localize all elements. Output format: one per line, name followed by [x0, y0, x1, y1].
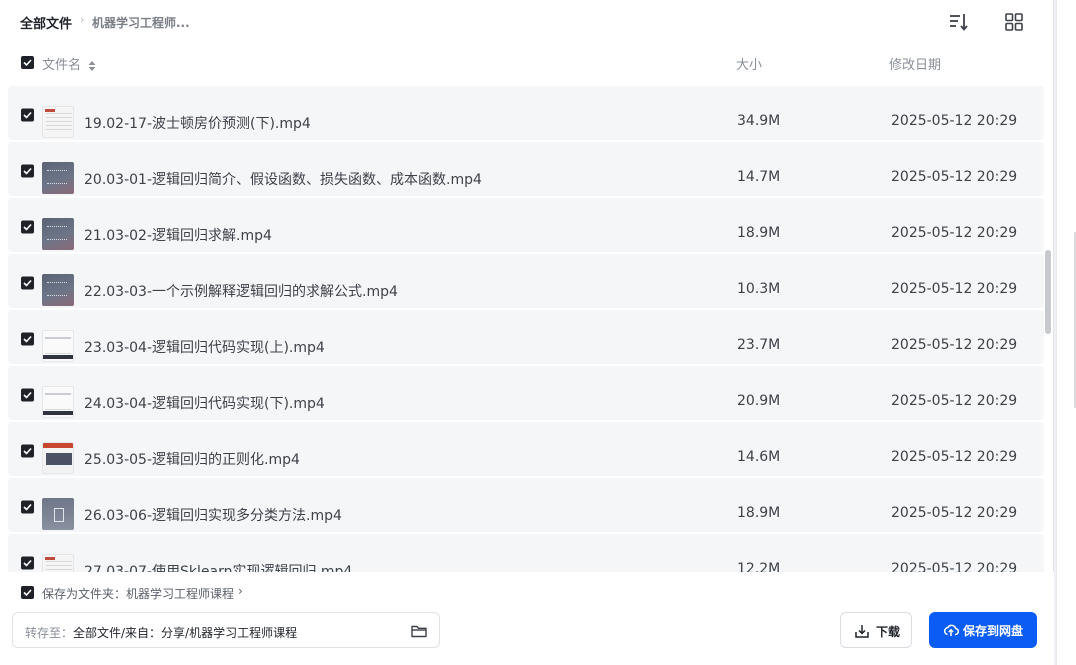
file-size: 23.7M	[737, 337, 781, 353]
file-checkbox[interactable]	[21, 276, 34, 290]
file-row[interactable]: 27.03-07-使用Sklearn实现逻辑回归.mp4 12.2M 2025-…	[8, 534, 1044, 572]
file-size: 34.9M	[737, 113, 781, 129]
column-date-header: 修改日期	[889, 58, 942, 73]
column-size-header: 大小	[736, 58, 763, 73]
file-date: 2025-05-12 20:29	[891, 449, 1018, 465]
file-checkbox[interactable]	[21, 388, 34, 402]
side-panel-edge	[1056, 0, 1076, 665]
file-row[interactable]: 19.02-17-波士顿房价预测(下).mp4 34.9M 2025-05-12…	[8, 86, 1044, 140]
file-date: 2025-05-12 20:29	[891, 281, 1018, 297]
file-row[interactable]: 21.03-02-逻辑回归求解.mp4 18.9M 2025-05-12 20:…	[8, 198, 1044, 252]
video-thumbnail	[42, 498, 74, 530]
file-checkbox[interactable]	[21, 108, 34, 122]
file-size: 10.3M	[737, 281, 781, 297]
file-checkbox[interactable]	[21, 332, 34, 346]
file-checkbox[interactable]	[21, 164, 34, 178]
file-row[interactable]: 25.03-05-逻辑回归的正则化.mp4 14.6M 2025-05-12 2…	[8, 422, 1044, 476]
save-as-folder-checkbox[interactable]	[21, 586, 34, 599]
file-checkbox[interactable]	[21, 444, 34, 458]
download-button[interactable]: 下载	[840, 612, 912, 648]
column-header: 文件名 大小 修改日期	[0, 44, 1054, 78]
save-path-field[interactable]: 转存至： 全部文件/来自：分享/机器学习工程师课程	[12, 612, 440, 648]
file-size: 14.6M	[737, 449, 781, 465]
video-thumbnail	[42, 386, 74, 418]
folder-icon[interactable]	[410, 622, 428, 640]
video-thumbnail	[42, 106, 74, 138]
file-date: 2025-05-12 20:29	[891, 337, 1018, 353]
list-scrollbar[interactable]	[1044, 78, 1052, 572]
file-row[interactable]: 22.03-03-一个示例解释逻辑回归的求解公式.mp4 10.3M 2025-…	[8, 254, 1044, 308]
file-name[interactable]: 20.03-01-逻辑回归简介、假设函数、损失函数、成本函数.mp4	[84, 169, 482, 189]
video-thumbnail	[42, 330, 74, 362]
save-as-folder-label[interactable]: 保存为文件夹：机器学习工程师课程	[42, 585, 234, 602]
file-checkbox[interactable]	[21, 500, 34, 514]
share-file-panel: 全部文件 › 机器学习工程师... 文件名 大小 修改日期 19.02-17-波…	[0, 0, 1054, 665]
video-thumbnail	[42, 442, 74, 474]
file-row[interactable]: 23.03-04-逻辑回归代码实现(上).mp4 23.7M 2025-05-1…	[8, 310, 1044, 364]
breadcrumb-separator: ›	[80, 13, 85, 26]
save-to-cloud-button[interactable]: 保存到网盘	[929, 612, 1037, 648]
video-thumbnail	[42, 162, 74, 194]
file-name[interactable]: 25.03-05-逻辑回归的正则化.mp4	[84, 449, 300, 469]
file-date: 2025-05-12 20:29	[891, 393, 1018, 409]
file-size: 20.9M	[737, 393, 781, 409]
file-row[interactable]: 20.03-01-逻辑回归简介、假设函数、损失函数、成本函数.mp4 14.7M…	[8, 142, 1044, 196]
video-thumbnail	[42, 274, 74, 306]
sort-list-icon[interactable]	[947, 10, 971, 34]
save-path-value: 全部文件/来自：分享/机器学习工程师课程	[73, 626, 298, 640]
file-size: 18.9M	[737, 225, 781, 241]
save-to-cloud-label: 保存到网盘	[963, 624, 1024, 638]
file-size: 18.9M	[737, 505, 781, 521]
file-date: 2025-05-12 20:29	[891, 113, 1018, 129]
file-list: 19.02-17-波士顿房价预测(下).mp4 34.9M 2025-05-12…	[8, 78, 1044, 572]
file-name[interactable]: 24.03-04-逻辑回归代码实现(下).mp4	[84, 393, 325, 413]
cloud-upload-icon	[944, 624, 959, 636]
file-size: 14.7M	[737, 169, 781, 185]
chevron-right-icon[interactable]: ›	[238, 584, 243, 598]
file-name[interactable]: 27.03-07-使用Sklearn实现逻辑回归.mp4	[84, 561, 352, 572]
breadcrumb-current: 机器学习工程师...	[92, 16, 190, 30]
breadcrumb-root[interactable]: 全部文件	[20, 13, 72, 32]
file-name[interactable]: 26.03-06-逻辑回归实现多分类方法.mp4	[84, 505, 342, 525]
file-name[interactable]: 21.03-02-逻辑回归求解.mp4	[84, 225, 272, 245]
file-row[interactable]: 26.03-06-逻辑回归实现多分类方法.mp4 18.9M 2025-05-1…	[8, 478, 1044, 532]
file-size: 12.2M	[737, 561, 781, 572]
column-name-header[interactable]: 文件名	[42, 54, 81, 73]
file-date: 2025-05-12 20:29	[891, 225, 1018, 241]
scrollbar-thumb[interactable]	[1045, 250, 1051, 334]
download-label: 下载	[876, 625, 901, 639]
video-thumbnail	[42, 554, 74, 572]
file-checkbox[interactable]	[21, 556, 34, 570]
file-checkbox[interactable]	[21, 220, 34, 234]
download-icon	[855, 625, 869, 638]
save-path-label: 转存至：	[25, 626, 74, 640]
file-name[interactable]: 23.03-04-逻辑回归代码实现(上).mp4	[84, 337, 325, 357]
file-date: 2025-05-12 20:29	[891, 505, 1018, 521]
grid-view-icon[interactable]	[1002, 10, 1026, 34]
video-thumbnail	[42, 218, 74, 250]
file-name[interactable]: 19.02-17-波士顿房价预测(下).mp4	[84, 113, 311, 133]
footer-bar: 保存为文件夹：机器学习工程师课程 › 转存至： 全部文件/来自：分享/机器学习工…	[0, 572, 1054, 665]
header-bar: 全部文件 › 机器学习工程师...	[0, 0, 1054, 44]
file-row[interactable]: 24.03-04-逻辑回归代码实现(下).mp4 20.9M 2025-05-1…	[8, 366, 1044, 420]
file-date: 2025-05-12 20:29	[891, 561, 1018, 572]
sort-toggle-icon[interactable]	[88, 56, 96, 75]
select-all-checkbox[interactable]	[21, 56, 34, 69]
file-name[interactable]: 22.03-03-一个示例解释逻辑回归的求解公式.mp4	[84, 281, 398, 301]
file-date: 2025-05-12 20:29	[891, 169, 1018, 185]
